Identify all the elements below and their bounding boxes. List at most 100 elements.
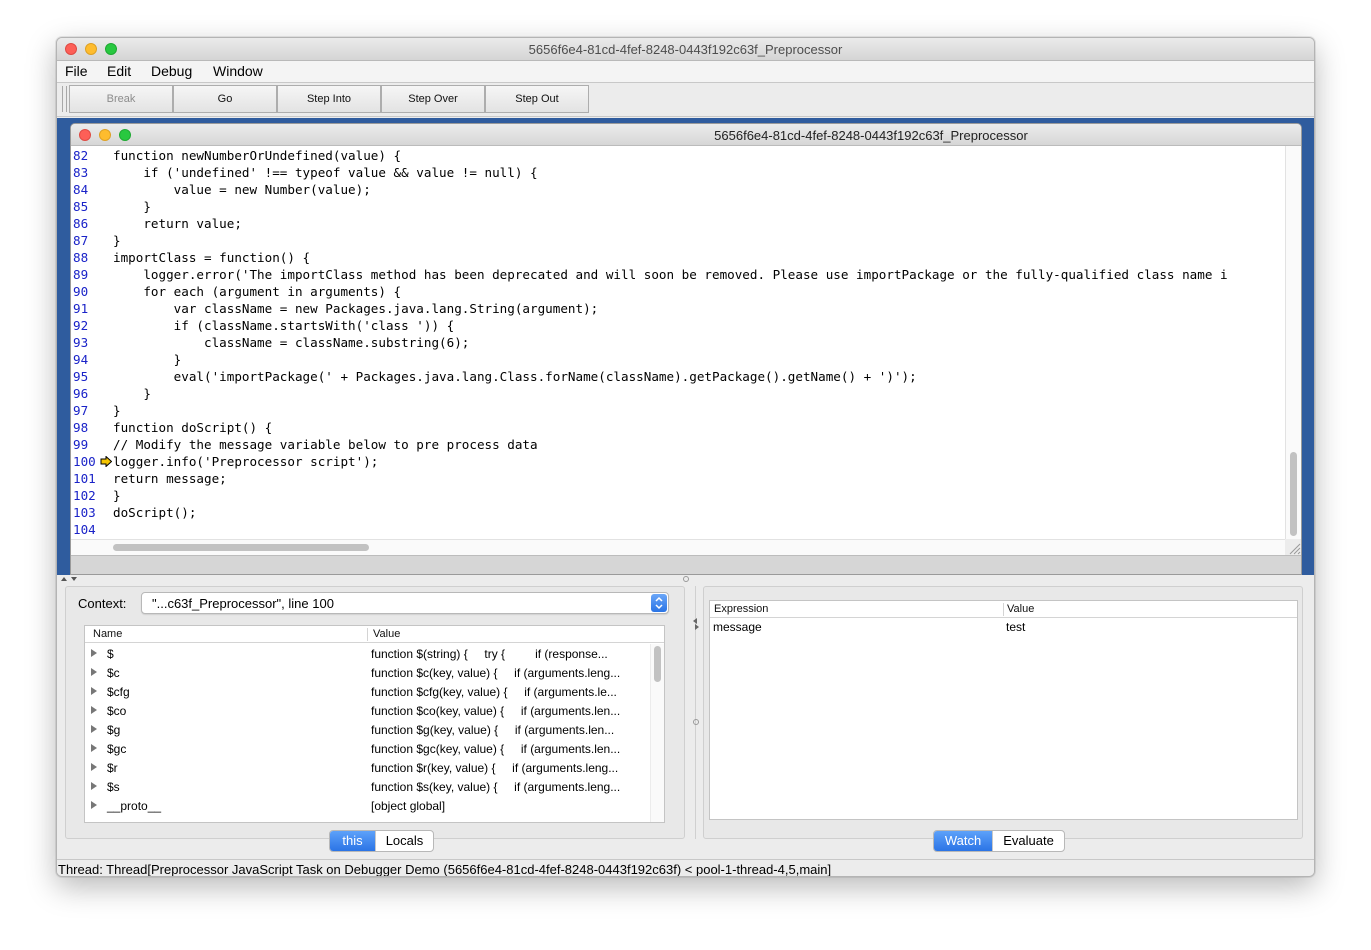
split-arrows-icon[interactable]: [691, 616, 701, 632]
menu-file[interactable]: File: [65, 63, 88, 79]
code-line[interactable]: 102}: [71, 487, 1285, 504]
code-line[interactable]: 87}: [71, 232, 1285, 249]
code-horizontal-scrollbar[interactable]: [71, 539, 1285, 555]
code-horizontal-scroll-thumb[interactable]: [113, 544, 369, 551]
line-number[interactable]: 98: [73, 419, 101, 436]
menu-window[interactable]: Window: [213, 63, 263, 79]
line-number[interactable]: 84: [73, 181, 101, 198]
expand-triangle-icon[interactable]: [91, 725, 97, 733]
expand-triangle-icon[interactable]: [91, 668, 97, 676]
expand-triangle-icon[interactable]: [91, 763, 97, 771]
table-row[interactable]: message test: [710, 619, 1297, 636]
line-number[interactable]: 102: [73, 487, 101, 504]
window-titlebar[interactable]: 5656f6e4-81cd-4fef-8248-0443f192c63f_Pre…: [57, 38, 1314, 61]
expand-triangle-icon[interactable]: [91, 649, 97, 657]
expand-triangle-icon[interactable]: [91, 801, 97, 809]
context-select-arrow[interactable]: [651, 594, 667, 612]
variables-scrollbar[interactable]: [650, 644, 664, 822]
table-row[interactable]: $cfg function $cfg(key, value) { if (argu…: [85, 682, 648, 701]
step-over-button[interactable]: Step Over: [381, 85, 485, 113]
context-select[interactable]: "...c63f_Preprocessor", line 100: [141, 592, 669, 614]
table-row[interactable]: $s function $s(key, value) { if (argument…: [85, 777, 648, 796]
line-number[interactable]: 94: [73, 351, 101, 368]
line-number[interactable]: 101: [73, 470, 101, 487]
code-line[interactable]: 88 importClass = function() {: [71, 249, 1285, 266]
table-row[interactable]: $co function $co(key, value) { if (argume…: [85, 701, 648, 720]
column-separator[interactable]: [1003, 603, 1004, 616]
split-knob-icon[interactable]: [682, 575, 690, 583]
code-line[interactable]: 89 logger.error('The importClass method …: [71, 266, 1285, 283]
value-column-header[interactable]: Value: [373, 628, 400, 640]
source-code-view[interactable]: 82 function newNumberOrUndefined(value) {…: [71, 146, 1285, 539]
table-row[interactable]: $gc function $gc(key, value) { if (argume…: [85, 739, 648, 758]
line-number[interactable]: 88: [73, 249, 101, 266]
code-line[interactable]: 96 }: [71, 385, 1285, 402]
vertical-split-divider[interactable]: [691, 586, 701, 839]
code-line[interactable]: 93 className = className.substring(6);: [71, 334, 1285, 351]
expand-triangle-icon[interactable]: [91, 744, 97, 752]
name-column-header[interactable]: Name: [93, 628, 122, 640]
expand-triangle-icon[interactable]: [91, 782, 97, 790]
expand-triangle-icon[interactable]: [91, 687, 97, 695]
code-line[interactable]: 98 function doScript() {: [71, 419, 1285, 436]
break-button[interactable]: Break: [69, 85, 173, 113]
code-line[interactable]: 94 }: [71, 351, 1285, 368]
resize-grip-icon[interactable]: [1287, 541, 1301, 555]
code-line[interactable]: 92 if (className.startsWith('class ')) {: [71, 317, 1285, 334]
code-line[interactable]: 91 var className = new Packages.java.lan…: [71, 300, 1285, 317]
code-line[interactable]: 84 value = new Number(value);: [71, 181, 1285, 198]
code-line[interactable]: 101 return message;: [71, 470, 1285, 487]
code-line[interactable]: 90 for each (argument in arguments) {: [71, 283, 1285, 300]
split-arrows-icon[interactable]: [59, 575, 79, 583]
table-row[interactable]: $r function $r(key, value) { if (argument…: [85, 758, 648, 777]
line-number[interactable]: 103: [73, 504, 101, 521]
line-number[interactable]: 92: [73, 317, 101, 334]
line-number[interactable]: 100: [73, 453, 101, 470]
code-line[interactable]: 85 }: [71, 198, 1285, 215]
line-number[interactable]: 86: [73, 215, 101, 232]
line-number[interactable]: 85: [73, 198, 101, 215]
line-number[interactable]: 104: [73, 521, 101, 538]
line-number[interactable]: 99: [73, 436, 101, 453]
menu-edit[interactable]: Edit: [107, 63, 131, 79]
line-number[interactable]: 97: [73, 402, 101, 419]
line-number[interactable]: 82: [73, 147, 101, 164]
expand-triangle-icon[interactable]: [91, 706, 97, 714]
tab-evaluate[interactable]: Evaluate: [992, 831, 1064, 851]
code-vertical-scroll-thumb[interactable]: [1290, 452, 1297, 536]
code-line[interactable]: 104: [71, 521, 1285, 538]
step-into-button[interactable]: Step Into: [277, 85, 381, 113]
code-line[interactable]: 100 logger.info('Preprocessor script');: [71, 453, 1285, 470]
script-window-titlebar[interactable]: 5656f6e4-81cd-4fef-8248-0443f192c63f_Pre…: [71, 124, 1301, 146]
code-line[interactable]: 95 eval('importPackage(' + Packages.java…: [71, 368, 1285, 385]
table-row[interactable]: $ function $(string) { try { if (response…: [85, 644, 648, 663]
menu-debug[interactable]: Debug: [151, 63, 192, 79]
go-button[interactable]: Go: [173, 85, 277, 113]
column-separator[interactable]: [367, 628, 368, 641]
toolbar-grip[interactable]: [62, 86, 67, 112]
code-line[interactable]: 86 return value;: [71, 215, 1285, 232]
line-number[interactable]: 93: [73, 334, 101, 351]
table-row[interactable]: $c function $c(key, value) { if (argument…: [85, 663, 648, 682]
step-out-button[interactable]: Step Out: [485, 85, 589, 113]
code-line[interactable]: 99 // Modify the message variable below t…: [71, 436, 1285, 453]
line-number[interactable]: 90: [73, 283, 101, 300]
line-number[interactable]: 95: [73, 368, 101, 385]
horizontal-split-divider[interactable]: [57, 575, 1314, 583]
watch-value-column-header[interactable]: Value: [1007, 603, 1034, 615]
line-number[interactable]: 91: [73, 300, 101, 317]
line-number[interactable]: 89: [73, 266, 101, 283]
code-line[interactable]: 83 if ('undefined' !== typeof value && v…: [71, 164, 1285, 181]
code-line[interactable]: 103 doScript();: [71, 504, 1285, 521]
code-line[interactable]: 82 function newNumberOrUndefined(value) {: [71, 147, 1285, 164]
tab-this[interactable]: this: [330, 831, 375, 851]
variables-scroll-thumb[interactable]: [654, 646, 661, 682]
tab-locals[interactable]: Locals: [375, 831, 433, 851]
table-row[interactable]: $g function $g(key, value) { if (argument…: [85, 720, 648, 739]
split-knob-icon[interactable]: [692, 718, 700, 726]
line-number[interactable]: 96: [73, 385, 101, 402]
code-vertical-scrollbar[interactable]: [1285, 146, 1301, 539]
code-line[interactable]: 97}: [71, 402, 1285, 419]
tab-watch[interactable]: Watch: [934, 831, 992, 851]
line-number[interactable]: 83: [73, 164, 101, 181]
